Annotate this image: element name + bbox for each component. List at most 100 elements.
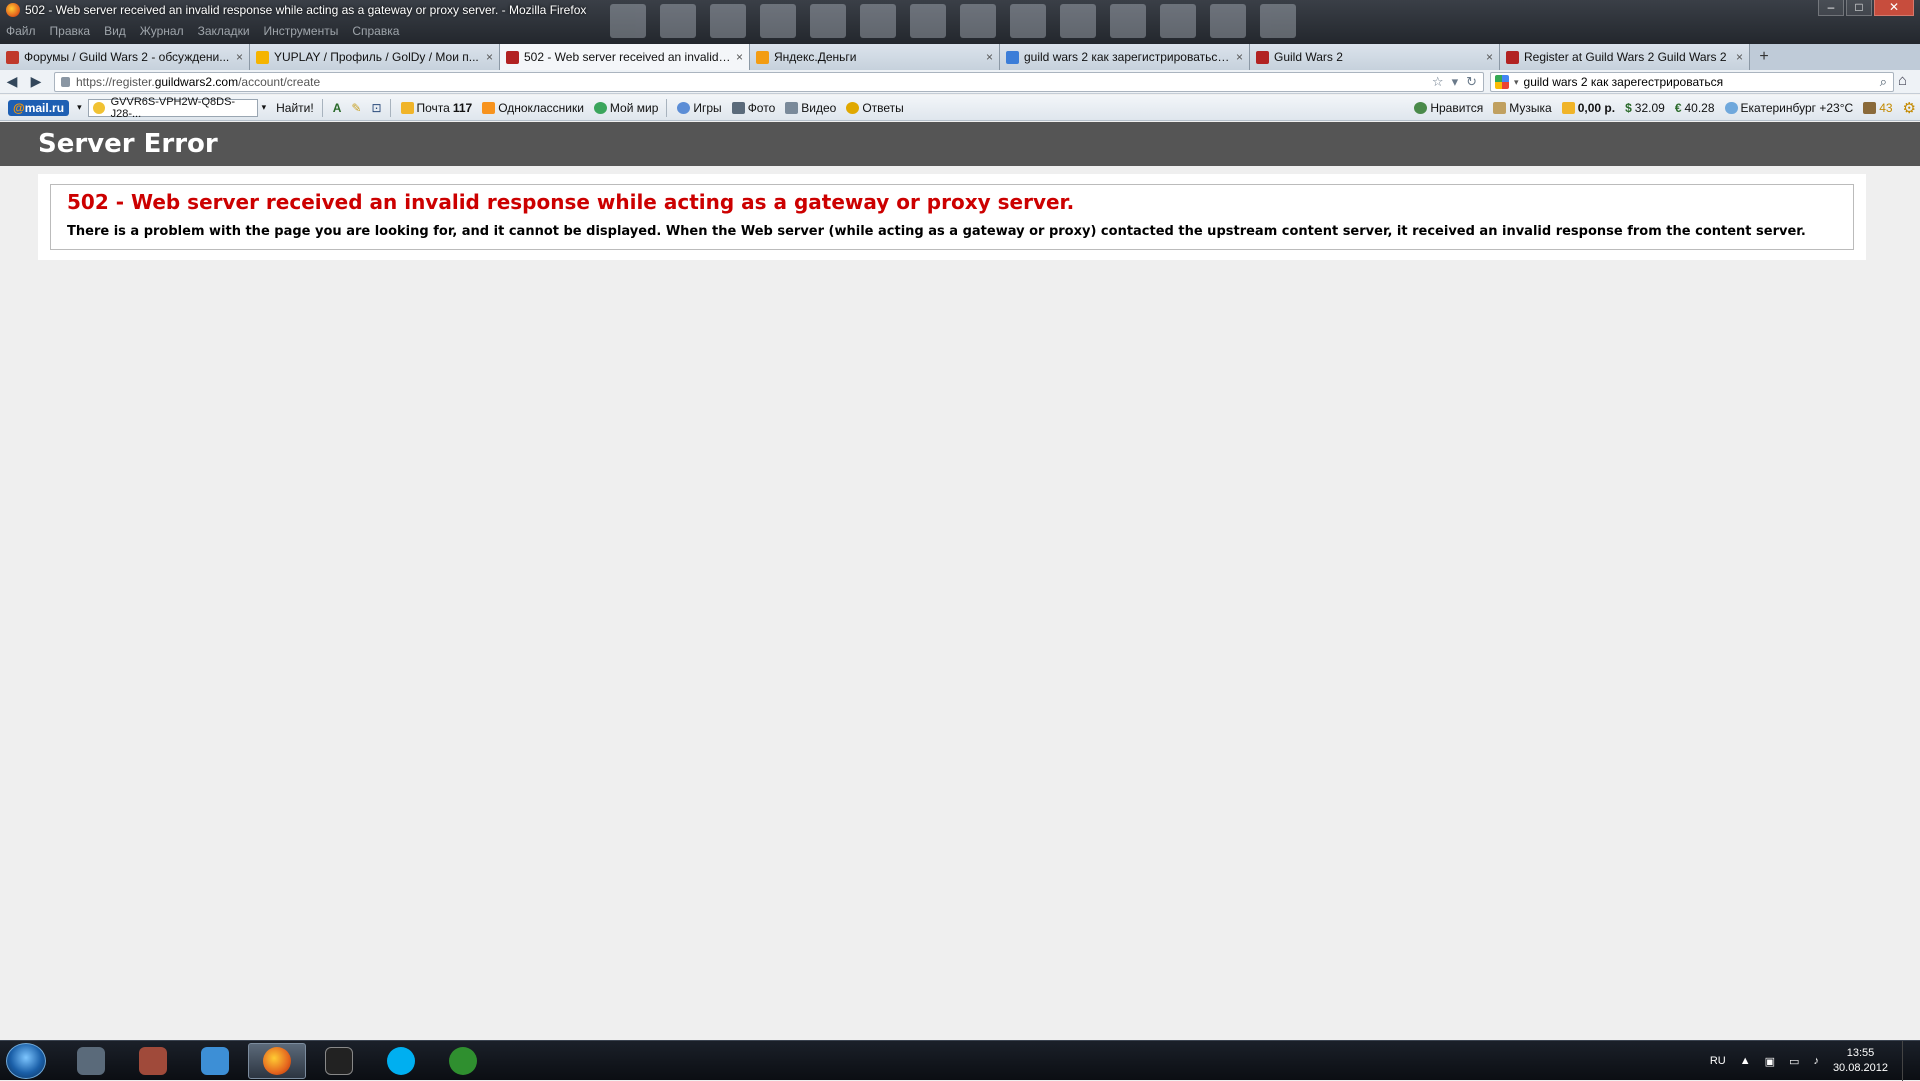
tab-favicon [506,50,519,64]
envelope-icon [400,101,414,114]
media-icon [77,1047,105,1075]
tab-close-icon[interactable]: × [1486,50,1493,64]
window-controls: – □ ✕ [1818,0,1914,16]
find-button[interactable]: Найти! [276,101,314,115]
back-button[interactable]: ◀ [0,73,24,90]
mailru-search-input[interactable]: GVVR6S-VPH2W-Q8DS-J28-... [87,96,258,120]
maximize-button[interactable]: □ [1846,0,1872,16]
close-window-button[interactable]: ✕ [1874,0,1914,16]
chevron-down-icon[interactable]: ▾ [262,102,267,113]
taskbar-archive-app[interactable] [124,1043,182,1079]
menu-bar: Файл Правка Вид Журнал Закладки Инструме… [6,24,399,38]
chevron-down-icon[interactable]: ▾ [1514,77,1519,88]
myworld-link[interactable]: Мой мир [593,101,658,115]
like-link[interactable]: Нравится [1414,101,1483,115]
taskbar-firefox-app[interactable] [248,1043,306,1079]
pencil-icon[interactable]: ✎ [351,101,361,115]
mailru-logo[interactable]: @mail.ru [8,99,70,116]
menu-edit[interactable]: Правка [50,24,91,38]
usd-rate[interactable]: $ 32.09 [1625,101,1665,115]
odnoklassniki-link[interactable]: Одноклассники [482,101,584,115]
window-titlebar: 502 - Web server received an invalid res… [0,0,1920,44]
clock-date: 30.08.2012 [1832,1062,1888,1074]
tab-label: 502 - Web server received an invalid r..… [524,50,731,64]
tray-expand-icon[interactable]: ▲ [1740,1055,1751,1067]
search-icon[interactable]: ⌕ [1880,74,1887,90]
weather-link[interactable]: Екатеринбург +23°C [1724,101,1853,115]
money-link[interactable]: 0,00 р. [1561,101,1615,115]
page-title: Server Error [38,129,218,159]
tab-yandex-money[interactable]: Яндекс.Деньги × [750,44,1000,70]
tab-favicon [6,50,19,64]
clock[interactable]: 13:55 30.08.2012 [1833,1046,1888,1076]
tab-label: Яндекс.Деньги [774,50,857,64]
device-icon[interactable]: ▣ [1765,1055,1775,1068]
notifications-link[interactable]: 43 [1863,101,1893,115]
taskbar-media-app[interactable] [62,1043,120,1079]
network-icon[interactable]: ▭ [1789,1055,1799,1068]
eur-rate[interactable]: € 40.28 [1675,101,1715,115]
page-viewport: Server Error 502 - Web server received a… [0,122,1920,1040]
bookmark-star-icon[interactable]: ☆ [1432,74,1444,90]
tab-close-icon[interactable]: × [736,50,743,64]
google-icon [1495,75,1509,89]
music-icon [1493,102,1507,114]
error-description: There is a problem with the page you are… [67,224,1806,239]
tab-yuplay[interactable]: YUPLAY / Профиль / GolDy / Мои п... × [250,44,500,70]
mail-link[interactable]: Почта 117 [400,101,472,115]
translate-icon[interactable]: A [333,101,342,115]
new-tab-button[interactable]: + [1750,44,1778,70]
menu-file[interactable]: Файл [6,24,36,38]
show-desktop-button[interactable] [1902,1041,1912,1081]
menu-history[interactable]: Журнал [140,24,184,38]
reload-icon[interactable]: ↻ [1466,74,1477,90]
tab-close-icon[interactable]: × [986,50,993,64]
settings-gear-icon[interactable]: ⚙ [1903,99,1916,117]
cloud-icon [1724,102,1738,114]
tab-register[interactable]: Register at Guild Wars 2 Guild Wars 2 × [1500,44,1750,70]
tab-close-icon[interactable]: × [1236,50,1243,64]
tab-502-error[interactable]: 502 - Web server received an invalid r..… [500,44,750,70]
home-icon[interactable]: ⌂ [1898,72,1907,89]
tab-close-icon[interactable]: × [1736,50,1743,64]
zoom-icon[interactable]: ⊡ [371,101,381,115]
taskbar-music-app[interactable] [186,1043,244,1079]
tab-close-icon[interactable]: × [486,50,493,64]
url-text: https://register.guildwars2.com/account/… [76,75,321,89]
error-title: 502 - Web server received an invalid res… [67,190,1075,214]
menu-view[interactable]: Вид [104,24,126,38]
start-button[interactable] [6,1043,46,1079]
minimize-button[interactable]: – [1818,0,1844,16]
window-title-text: 502 - Web server received an invalid res… [25,3,587,17]
chevron-down-icon[interactable]: ▾ [77,102,82,113]
tab-label: Форумы / Guild Wars 2 - обсуждени... [24,50,230,64]
tab-search-results[interactable]: guild wars 2 как зарегистрироваться... × [1000,44,1250,70]
menu-tools[interactable]: Инструменты [264,24,339,38]
taskbar-utorrent-app[interactable] [434,1043,492,1079]
tab-close-icon[interactable]: × [236,50,243,64]
volume-icon[interactable]: ♪ [1813,1055,1819,1067]
music-link[interactable]: Музыка [1493,101,1552,115]
games-link[interactable]: Игры [677,101,722,115]
video-link[interactable]: Видео [785,101,836,115]
people-icon [593,101,607,114]
menu-bookmarks[interactable]: Закладки [198,24,250,38]
tab-guild-wars-2[interactable]: Guild Wars 2 × [1250,44,1500,70]
url-bar[interactable]: https://register.guildwars2.com/account/… [54,72,1484,92]
tab-forums[interactable]: Форумы / Guild Wars 2 - обсуждени... × [0,44,250,70]
photo-link[interactable]: Фото [731,101,775,115]
language-indicator[interactable]: RU [1710,1055,1726,1067]
taskbar-skype-app[interactable] [372,1043,430,1079]
tab-favicon [256,50,269,64]
navigation-bar: ◀ ▶ https://register.guildwars2.com/acco… [0,70,1920,94]
chevron-down-icon[interactable]: ▾ [1452,74,1459,90]
taskbar-pw-app[interactable] [310,1043,368,1079]
forward-button[interactable]: ▶ [24,73,48,90]
music-note-icon [201,1047,229,1075]
error-box: 502 - Web server received an invalid res… [50,184,1854,250]
search-input[interactable]: ▾ guild wars 2 как зарегестрироваться ⌕ [1490,72,1894,92]
system-tray: RU ▲ ▣ ▭ ♪ 13:55 30.08.2012 [1710,1041,1912,1081]
pw-icon [325,1047,353,1075]
menu-help[interactable]: Справка [352,24,399,38]
answers-link[interactable]: Ответы [846,101,904,115]
